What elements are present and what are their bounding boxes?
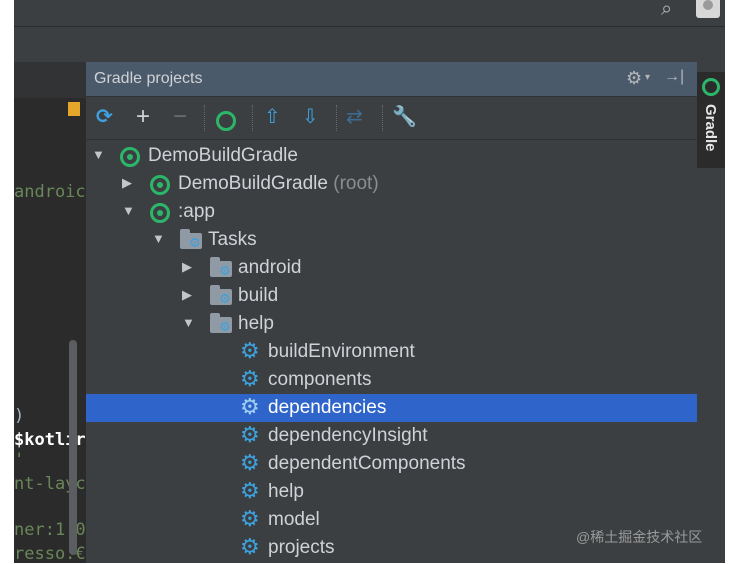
task-dependencies[interactable]: ⚙ dependencies	[86, 394, 697, 422]
chevron-right-icon[interactable]: ▶	[182, 259, 194, 275]
task-gear-icon: ⚙	[240, 422, 260, 447]
code-line: '	[14, 450, 25, 470]
task-label: model	[268, 509, 320, 530]
tree-node-label: build	[238, 285, 279, 306]
task-label: help	[268, 481, 304, 502]
chevron-down-icon[interactable]: ▼	[182, 315, 195, 330]
task-label: dependencies	[268, 397, 387, 418]
tree-node-label: :app	[178, 201, 215, 222]
gear-icon[interactable]: ⚙	[626, 68, 642, 89]
chevron-right-icon[interactable]: ▶	[122, 175, 134, 191]
root-suffix: (root)	[333, 173, 379, 194]
gradle-projects-panel: Gradle projects ⚙ ▾ →| ⟳ + − ⇧ ⇩ ⇄ 🔧 ▼ D…	[86, 62, 697, 563]
task-dependency-insight[interactable]: ⚙ dependencyInsight	[86, 422, 697, 450]
editor-scrollbar[interactable]	[69, 340, 77, 555]
hide-icon[interactable]: →|	[664, 68, 684, 86]
expand-all-icon[interactable]: ⇧	[264, 105, 281, 129]
gradle-icon	[150, 175, 170, 195]
tree-node-label: help	[238, 313, 274, 334]
task-folder-icon	[210, 257, 232, 277]
panel-title: Gradle projects	[94, 70, 203, 87]
panel-header: Gradle projects ⚙ ▾ →|	[86, 62, 697, 97]
chevron-right-icon[interactable]: ▶	[182, 287, 194, 303]
code-line: androic	[14, 182, 86, 202]
tree-node-root[interactable]: ▼ DemoBuildGradle	[86, 142, 697, 170]
tree-node-label: DemoBuildGradle (root)	[178, 173, 379, 194]
task-label: buildEnvironment	[268, 341, 415, 362]
editor-gutter-top	[14, 62, 86, 98]
task-gear-icon: ⚙	[240, 366, 260, 391]
task-folder-icon	[180, 229, 202, 249]
tree-node-label: Tasks	[208, 229, 257, 250]
task-gear-icon: ⚙	[240, 506, 260, 531]
gradle-icon	[120, 147, 140, 167]
watermark: @稀土掘金技术社区	[576, 529, 703, 545]
task-folder-icon	[210, 313, 232, 333]
gradle-side-tab[interactable]: Gradle	[697, 72, 725, 168]
refresh-icon[interactable]: ⟳	[96, 105, 113, 129]
editor-tabs-bar	[14, 26, 725, 63]
link-icon[interactable]: ⇄	[346, 105, 363, 129]
top-toolbar: ⌕	[14, 0, 725, 26]
task-gear-icon: ⚙	[240, 450, 260, 475]
tree-node-label: DemoBuildGradle	[148, 145, 298, 166]
tree-node-help-group[interactable]: ▼ help	[86, 310, 697, 338]
tree-node-label: android	[238, 257, 302, 278]
side-tab-label: Gradle	[702, 104, 719, 152]
gradle-icon	[150, 203, 170, 223]
toolbar-separator	[204, 105, 206, 131]
panel-toolbar: ⟳ + − ⇧ ⇩ ⇄ 🔧	[86, 97, 697, 140]
task-gear-icon: ⚙	[240, 534, 260, 559]
chevron-down-icon[interactable]: ▾	[645, 72, 650, 83]
code-line: )	[14, 406, 25, 426]
toolbar-separator	[252, 105, 254, 131]
tree-node-app[interactable]: ▼ :app	[86, 198, 697, 226]
toolbar-separator	[336, 105, 338, 131]
chevron-down-icon[interactable]: ▼	[152, 231, 165, 246]
right-tool-strip: Gradle	[697, 62, 725, 563]
chevron-down-icon[interactable]: ▼	[122, 203, 135, 218]
remove-icon[interactable]: −	[173, 105, 187, 129]
gradle-icon	[702, 78, 720, 96]
task-help[interactable]: ⚙ help	[86, 478, 697, 506]
collapse-all-icon[interactable]: ⇩	[302, 105, 319, 129]
warning-marker[interactable]	[68, 102, 80, 116]
tree-node-root-project[interactable]: ▶ DemoBuildGradle (root)	[86, 170, 697, 198]
search-icon[interactable]: ⌕	[661, 0, 672, 19]
tree-node-android[interactable]: ▶ android	[86, 254, 697, 282]
task-components[interactable]: ⚙ components	[86, 366, 697, 394]
user-icon[interactable]	[696, 0, 720, 18]
task-gear-icon: ⚙	[240, 394, 260, 419]
task-build-environment[interactable]: ⚙ buildEnvironment	[86, 338, 697, 366]
task-label: projects	[268, 537, 335, 558]
task-folder-icon	[210, 285, 232, 305]
chevron-down-icon[interactable]: ▼	[92, 147, 105, 162]
run-gradle-icon[interactable]	[216, 111, 236, 131]
toolbar-separator	[382, 105, 384, 131]
task-gear-icon: ⚙	[240, 478, 260, 503]
task-dependent-components[interactable]: ⚙ dependentComponents	[86, 450, 697, 478]
task-gear-icon: ⚙	[240, 338, 260, 363]
task-label: dependencyInsight	[268, 425, 428, 446]
tree-node-tasks[interactable]: ▼ Tasks	[86, 226, 697, 254]
task-label: dependentComponents	[268, 453, 466, 474]
settings-wrench-icon[interactable]: 🔧	[392, 105, 417, 129]
tree-node-build[interactable]: ▶ build	[86, 282, 697, 310]
task-label: components	[268, 369, 372, 390]
add-icon[interactable]: +	[136, 105, 150, 129]
